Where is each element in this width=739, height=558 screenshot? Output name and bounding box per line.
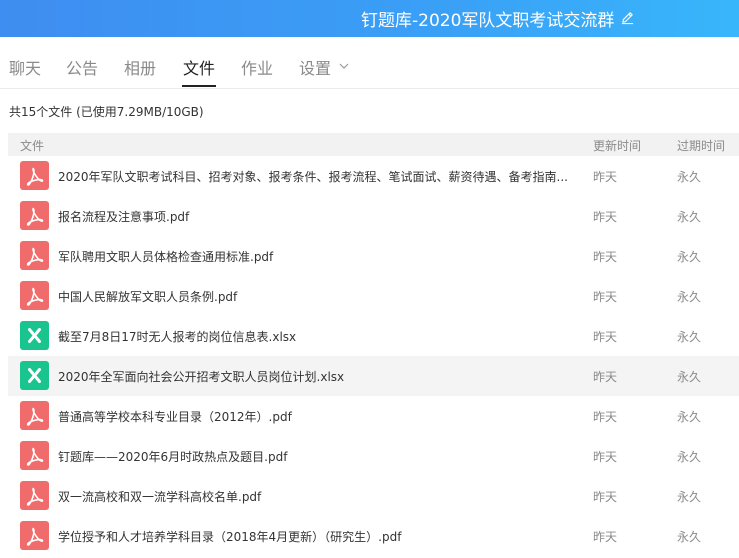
file-row[interactable]: 普通高等学校本科专业目录（2012年）.pdf 昨天 永久 xyxy=(8,396,739,436)
tab-settings[interactable]: 设置 xyxy=(299,55,331,79)
file-name[interactable]: 报名流程及注意事项.pdf xyxy=(58,208,578,225)
file-name[interactable]: 截至7月8日17时无人报考的岗位信息表.xlsx xyxy=(58,328,578,345)
group-header: 钉题库-2020军队文职考试交流群 xyxy=(0,0,739,37)
file-expire-time: 永久 xyxy=(677,290,702,304)
chevron-down-icon[interactable] xyxy=(339,63,349,69)
file-expire-time: 永久 xyxy=(677,450,702,464)
tabs-divider xyxy=(0,88,739,89)
column-header-expires[interactable]: 过期时间 xyxy=(677,137,725,154)
edit-icon[interactable] xyxy=(620,10,635,25)
file-updated-time: 昨天 xyxy=(593,530,618,544)
file-row[interactable]: 双一流高校和双一流学科高校名单.pdf 昨天 永久 xyxy=(8,476,739,516)
file-expire-time: 永久 xyxy=(677,490,702,504)
file-name[interactable]: 2020年全军面向社会公开招考文职人员岗位计划.xlsx xyxy=(58,368,578,385)
file-expire-time: 永久 xyxy=(677,330,702,344)
file-row[interactable]: 学位授予和人才培养学科目录（2018年4月更新）（研究生）.pdf 昨天 永久 xyxy=(8,516,739,556)
tab-chat[interactable]: 聊天 xyxy=(9,55,41,79)
file-updated-time: 昨天 xyxy=(593,290,618,304)
tab-files[interactable]: 文件 xyxy=(183,55,215,79)
file-updated-time: 昨天 xyxy=(593,490,618,504)
pdf-file-icon xyxy=(20,441,49,470)
tab-announcements[interactable]: 公告 xyxy=(66,55,98,79)
pdf-file-icon xyxy=(20,481,49,510)
tab-album[interactable]: 相册 xyxy=(124,55,156,79)
group-title: 钉题库-2020军队文职考试交流群 xyxy=(361,11,615,31)
file-updated-time: 昨天 xyxy=(593,450,618,464)
file-name[interactable]: 中国人民解放军文职人员条例.pdf xyxy=(58,288,578,305)
tab-bar: 聊天 公告 相册 文件 作业 设置 xyxy=(0,37,739,89)
file-expire-time: 永久 xyxy=(677,410,702,424)
file-updated-time: 昨天 xyxy=(593,370,618,384)
file-row[interactable]: 军队聘用文职人员体格检查通用标准.pdf 昨天 永久 xyxy=(8,236,739,276)
pdf-file-icon xyxy=(20,521,49,550)
pdf-file-icon xyxy=(20,401,49,430)
file-updated-time: 昨天 xyxy=(593,210,618,224)
file-expire-time: 永久 xyxy=(677,170,702,184)
file-row[interactable]: 中国人民解放军文职人员条例.pdf 昨天 永久 xyxy=(8,276,739,316)
file-row[interactable]: 2020年全军面向社会公开招考文职人员岗位计划.xlsx 昨天 永久 xyxy=(8,356,739,396)
file-updated-time: 昨天 xyxy=(593,170,618,184)
file-name[interactable]: 军队聘用文职人员体格检查通用标准.pdf xyxy=(58,248,578,265)
excel-file-icon xyxy=(20,361,49,390)
file-expire-time: 永久 xyxy=(677,370,702,384)
file-row[interactable]: 报名流程及注意事项.pdf 昨天 永久 xyxy=(8,196,739,236)
pdf-file-icon xyxy=(20,281,49,310)
excel-file-icon xyxy=(20,321,49,350)
file-summary: 共15个文件 (已使用7.29MB/10GB) xyxy=(9,105,204,119)
file-name[interactable]: 普通高等学校本科专业目录（2012年）.pdf xyxy=(58,408,578,425)
file-expire-time: 永久 xyxy=(677,250,702,264)
pdf-file-icon xyxy=(20,161,49,190)
pdf-file-icon xyxy=(20,241,49,270)
file-row[interactable]: 钉题库——2020年6月时政热点及题目.pdf 昨天 永久 xyxy=(8,436,739,476)
file-name[interactable]: 钉题库——2020年6月时政热点及题目.pdf xyxy=(58,448,578,465)
file-updated-time: 昨天 xyxy=(593,410,618,424)
file-updated-time: 昨天 xyxy=(593,250,618,264)
file-row[interactable]: 2020年军队文职考试科目、招考对象、报考条件、报考流程、笔试面试、薪资待遇、备… xyxy=(8,156,739,196)
file-expire-time: 永久 xyxy=(677,210,702,224)
file-name[interactable]: 学位授予和人才培养学科目录（2018年4月更新）（研究生）.pdf xyxy=(58,528,578,545)
file-name[interactable]: 双一流高校和双一流学科高校名单.pdf xyxy=(58,488,578,505)
file-updated-time: 昨天 xyxy=(593,330,618,344)
file-row[interactable]: 截至7月8日17时无人报考的岗位信息表.xlsx 昨天 永久 xyxy=(8,316,739,356)
active-tab-indicator xyxy=(182,85,216,87)
tab-homework[interactable]: 作业 xyxy=(241,55,273,79)
table-header: 文件 更新时间 过期时间 xyxy=(8,133,739,156)
column-header-updated[interactable]: 更新时间 xyxy=(593,137,641,154)
file-expire-time: 永久 xyxy=(677,530,702,544)
file-name[interactable]: 2020年军队文职考试科目、招考对象、报考条件、报考流程、笔试面试、薪资待遇、备… xyxy=(58,168,578,185)
pdf-file-icon xyxy=(20,201,49,230)
column-header-file[interactable]: 文件 xyxy=(20,137,44,154)
